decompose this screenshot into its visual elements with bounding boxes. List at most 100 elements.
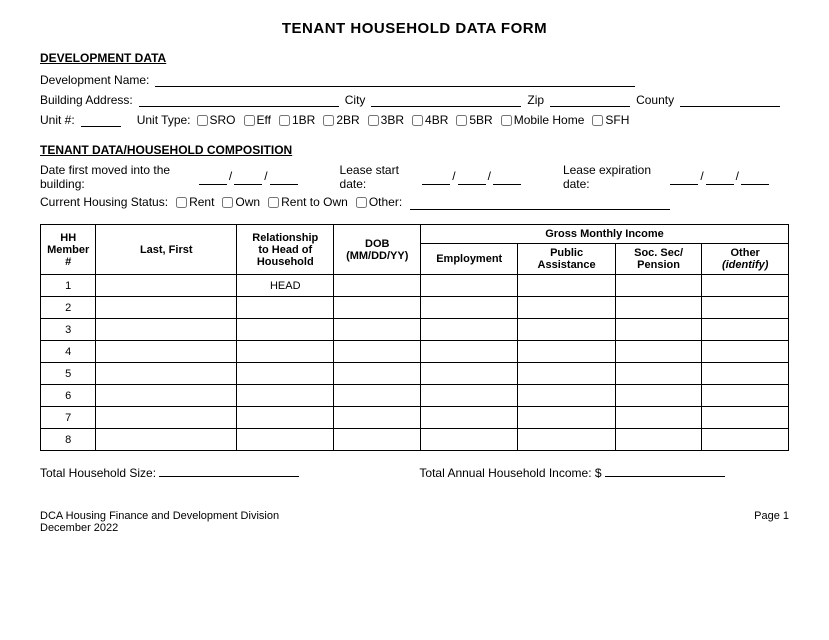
table-row: 1 HEAD xyxy=(41,275,789,297)
row-relationship[interactable] xyxy=(237,341,334,363)
row-name[interactable] xyxy=(96,275,237,297)
row-name[interactable] xyxy=(96,341,237,363)
rent-to-own-checkbox[interactable] xyxy=(268,197,279,208)
row-employment[interactable] xyxy=(421,385,518,407)
1br-checkbox[interactable] xyxy=(279,115,290,126)
county-field[interactable] xyxy=(680,91,780,107)
row-other[interactable] xyxy=(702,407,789,429)
zip-label: Zip xyxy=(527,93,544,107)
date-moved-day[interactable] xyxy=(234,169,262,185)
lease-exp-day[interactable] xyxy=(706,169,734,185)
row-employment[interactable] xyxy=(421,275,518,297)
row-dob[interactable] xyxy=(334,407,421,429)
row-employment[interactable] xyxy=(421,319,518,341)
annual-income-field[interactable] xyxy=(605,461,725,477)
row-soc-sec[interactable] xyxy=(615,363,702,385)
row-dob[interactable] xyxy=(334,341,421,363)
row-dob[interactable] xyxy=(334,275,421,297)
row-public-assistance[interactable] xyxy=(518,429,615,451)
row-employment[interactable] xyxy=(421,341,518,363)
row-other[interactable] xyxy=(702,341,789,363)
row-public-assistance[interactable] xyxy=(518,297,615,319)
lease-start-month[interactable] xyxy=(422,169,450,185)
sfh-checkbox[interactable] xyxy=(592,115,603,126)
lease-expiration-field: / / xyxy=(670,169,769,185)
row-dob[interactable] xyxy=(334,385,421,407)
2br-checkbox[interactable] xyxy=(323,115,334,126)
unit-number-field[interactable] xyxy=(81,111,121,127)
county-label: County xyxy=(636,93,674,107)
lease-start-year[interactable] xyxy=(493,169,521,185)
row-dob[interactable] xyxy=(334,363,421,385)
row-soc-sec[interactable] xyxy=(615,341,702,363)
sfh-checkbox-item: SFH xyxy=(592,113,629,127)
row-soc-sec[interactable] xyxy=(615,429,702,451)
lease-start-day[interactable] xyxy=(458,169,486,185)
annual-income-label: Total Annual Household Income: $ xyxy=(419,466,601,480)
row-employment[interactable] xyxy=(421,363,518,385)
lease-exp-year[interactable] xyxy=(741,169,769,185)
row-name[interactable] xyxy=(96,429,237,451)
row-employment[interactable] xyxy=(421,407,518,429)
row-public-assistance[interactable] xyxy=(518,407,615,429)
5br-checkbox[interactable] xyxy=(456,115,467,126)
row-soc-sec[interactable] xyxy=(615,319,702,341)
row-relationship[interactable] xyxy=(237,407,334,429)
city-field[interactable] xyxy=(371,91,521,107)
row-dob[interactable] xyxy=(334,297,421,319)
development-section: DEVELOPMENT DATA Development Name: Build… xyxy=(40,51,789,127)
row-name[interactable] xyxy=(96,385,237,407)
mobile-home-checkbox[interactable] xyxy=(501,115,512,126)
row-relationship[interactable]: HEAD xyxy=(237,275,334,297)
row-employment[interactable] xyxy=(421,297,518,319)
lease-exp-month[interactable] xyxy=(670,169,698,185)
row-name[interactable] xyxy=(96,297,237,319)
row-public-assistance[interactable] xyxy=(518,319,615,341)
row-dob[interactable] xyxy=(334,429,421,451)
other-status-field[interactable] xyxy=(410,194,670,210)
2br-checkbox-item: 2BR xyxy=(323,113,359,127)
row-public-assistance[interactable] xyxy=(518,275,615,297)
own-checkbox[interactable] xyxy=(222,197,233,208)
zip-field[interactable] xyxy=(550,91,630,107)
building-address-field[interactable] xyxy=(139,91,339,107)
date-moved-year[interactable] xyxy=(270,169,298,185)
row-public-assistance[interactable] xyxy=(518,385,615,407)
row-name[interactable] xyxy=(96,407,237,429)
sro-checkbox[interactable] xyxy=(197,115,208,126)
eff-checkbox[interactable] xyxy=(244,115,255,126)
row-soc-sec[interactable] xyxy=(615,297,702,319)
row-other[interactable] xyxy=(702,385,789,407)
row-name[interactable] xyxy=(96,363,237,385)
row-dob[interactable] xyxy=(334,319,421,341)
row-public-assistance[interactable] xyxy=(518,363,615,385)
row-name[interactable] xyxy=(96,319,237,341)
row-other[interactable] xyxy=(702,297,789,319)
row-relationship[interactable] xyxy=(237,319,334,341)
row-other[interactable] xyxy=(702,319,789,341)
4br-checkbox[interactable] xyxy=(412,115,423,126)
own-label: Own xyxy=(235,195,260,209)
3br-checkbox-item: 3BR xyxy=(368,113,404,127)
row-soc-sec[interactable] xyxy=(615,275,702,297)
soc-sec-header: Soc. Sec/Pension xyxy=(615,244,702,275)
row-public-assistance[interactable] xyxy=(518,341,615,363)
row-other[interactable] xyxy=(702,275,789,297)
row-employment[interactable] xyxy=(421,429,518,451)
date-moved-month[interactable] xyxy=(199,169,227,185)
row-relationship[interactable] xyxy=(237,363,334,385)
row-relationship[interactable] xyxy=(237,297,334,319)
row-relationship[interactable] xyxy=(237,385,334,407)
rent-checkbox[interactable] xyxy=(176,197,187,208)
date-moved-field: / / xyxy=(199,169,298,185)
row-other[interactable] xyxy=(702,363,789,385)
row-other[interactable] xyxy=(702,429,789,451)
3br-checkbox[interactable] xyxy=(368,115,379,126)
other-checkbox[interactable] xyxy=(356,197,367,208)
row-soc-sec[interactable] xyxy=(615,407,702,429)
row-soc-sec[interactable] xyxy=(615,385,702,407)
row-relationship[interactable] xyxy=(237,429,334,451)
household-size-field[interactable] xyxy=(159,461,299,477)
household-size-label: Total Household Size: xyxy=(40,466,156,480)
development-name-field[interactable] xyxy=(155,71,635,87)
